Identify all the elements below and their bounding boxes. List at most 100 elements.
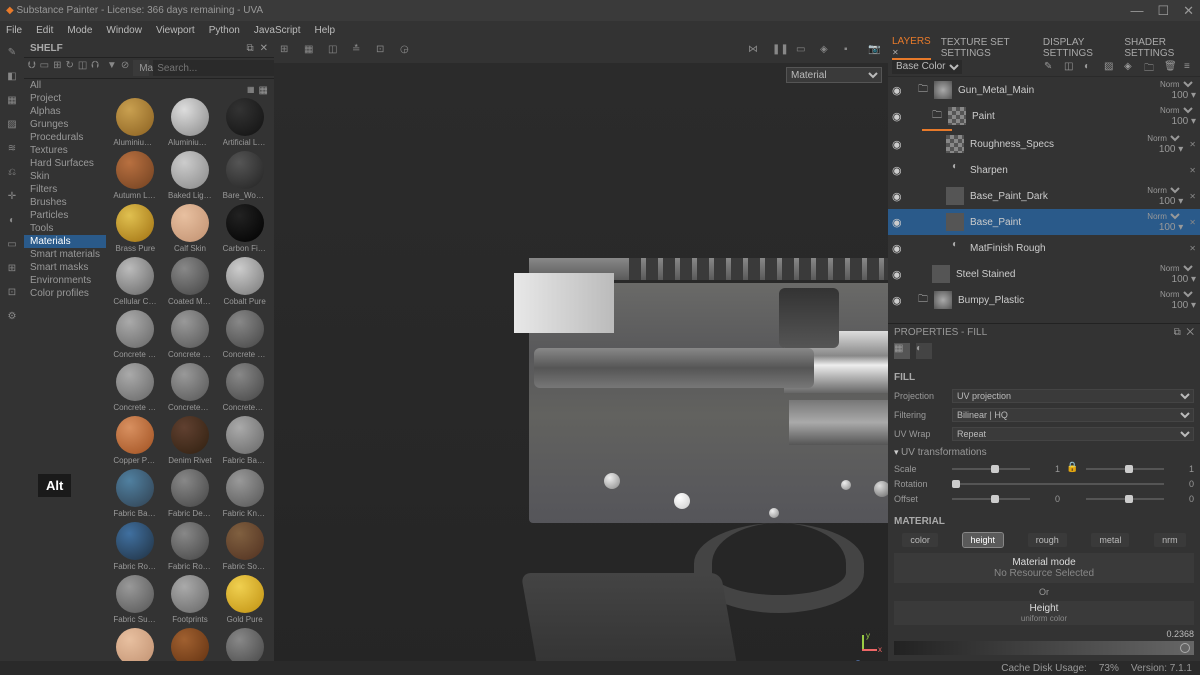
material-mode-button[interactable]: Material mode No Resource Selected <box>894 553 1194 583</box>
material-thumb[interactable]: Concrete_02 <box>219 363 270 412</box>
material-thumb[interactable]: Fabric Base… <box>110 469 161 518</box>
material-thumb[interactable]: Aluminium … <box>165 98 216 147</box>
maximize-icon[interactable]: ☐ <box>1157 3 1169 19</box>
material-thumb[interactable]: Fabric Soft… <box>219 522 270 571</box>
layer-row[interactable]: ◉Roughness_SpecsNorm100 ▾✕ <box>888 131 1200 157</box>
height-slider[interactable] <box>894 641 1194 655</box>
category-item[interactable]: Textures <box>24 144 106 157</box>
shelf-folder-icon[interactable]: ▭ <box>40 60 49 76</box>
layer-row[interactable]: ◉Base_Paint_DarkNorm100 ▾✕ <box>888 183 1200 209</box>
channel-select[interactable]: Base Color <box>892 60 962 74</box>
material-thumb[interactable]: Concrete D… <box>219 310 270 359</box>
scale-y-slider[interactable] <box>1086 463 1164 475</box>
menu-edit[interactable]: Edit <box>36 25 53 36</box>
shelf-filter-icon[interactable]: ▼ <box>107 60 117 76</box>
opacity-value[interactable]: 100 ▾ <box>1172 90 1196 101</box>
blend-mode-select[interactable]: Norm <box>1156 79 1196 90</box>
props-close-icon[interactable]: ✕ <box>1186 327 1194 338</box>
brush-tool-icon[interactable]: ✎ <box>5 45 19 59</box>
category-item[interactable]: Brushes <box>24 196 106 209</box>
menu-mode[interactable]: Mode <box>67 25 92 36</box>
blend-mode-select[interactable]: Norm <box>1156 105 1196 116</box>
menu-javascript[interactable]: JavaScript <box>254 25 301 36</box>
clone-tool-icon[interactable]: ⎌ <box>5 165 19 179</box>
material-thumb[interactable]: Concrete B… <box>110 310 161 359</box>
layer-mask-icon[interactable]: ◐ <box>1084 61 1096 73</box>
material-thumb[interactable]: Cellular Con… <box>110 257 161 306</box>
vp-pause-icon[interactable]: ❚❚ <box>772 44 786 58</box>
category-item[interactable]: Project <box>24 92 106 105</box>
category-item[interactable]: Materials <box>24 235 106 248</box>
category-item[interactable]: All <box>24 79 106 92</box>
material-thumb[interactable]: Aluminium … <box>110 98 161 147</box>
layer-remove-icon[interactable]: ✕ <box>1189 218 1196 227</box>
vp-split-icon[interactable]: ◫ <box>328 44 342 58</box>
offset-y-slider[interactable] <box>1086 493 1164 505</box>
menu-python[interactable]: Python <box>209 25 240 36</box>
vp-perspective-icon[interactable]: ⊞ <box>280 44 294 58</box>
channel-chip-nrm[interactable]: nrm <box>1154 533 1186 547</box>
vp-icon[interactable]: ⊡ <box>376 44 390 58</box>
layer-row[interactable]: ◉Base_PaintNorm100 ▾✕ <box>888 209 1200 235</box>
category-item[interactable]: Filters <box>24 183 106 196</box>
shelf-search-input[interactable] <box>153 60 293 76</box>
material-thumb[interactable]: Artificial Lea… <box>219 98 270 147</box>
visibility-icon[interactable]: ◉ <box>892 242 906 255</box>
vp-bake-icon[interactable]: ◶ <box>400 44 414 58</box>
shelf-view-icon[interactable]: ◫ <box>78 60 87 76</box>
uvwrap-select[interactable]: Repeat <box>952 427 1194 441</box>
vp-camera-icon[interactable]: ▪ <box>844 44 858 58</box>
layer-row[interactable]: ◉🗀Gun_Metal_MainNorm100 ▾ <box>888 77 1200 103</box>
blend-mode-select[interactable]: Norm <box>1143 133 1183 144</box>
visibility-icon[interactable]: ◉ <box>892 294 906 307</box>
smudge-tool-icon[interactable]: ≋ <box>5 141 19 155</box>
shelf-refresh-icon[interactable]: ↻ <box>65 60 73 76</box>
vp-screenshot-icon[interactable]: 📷 <box>868 44 882 58</box>
material-thumb[interactable]: Fabric Bam… <box>219 416 270 465</box>
props-fill-mode-icon[interactable]: ▦ <box>894 343 910 359</box>
channel-chip-color[interactable]: color <box>902 533 938 547</box>
channel-chip-metal[interactable]: metal <box>1091 533 1129 547</box>
layer-fill-icon[interactable]: ▨ <box>1104 61 1116 73</box>
blend-mode-select[interactable]: Norm <box>1143 185 1183 196</box>
blend-mode-select[interactable]: Norm <box>1156 289 1196 300</box>
shelf-export-icon[interactable]: ⮉ <box>91 60 99 76</box>
material-thumb[interactable]: Carbon Fiber <box>219 204 270 253</box>
visibility-icon[interactable]: ◉ <box>892 190 906 203</box>
visibility-icon[interactable]: ◉ <box>892 164 906 177</box>
material-thumb[interactable]: Copper Pure <box>110 416 161 465</box>
material-thumb[interactable]: Concrete Si… <box>110 363 161 412</box>
category-item[interactable]: Environments <box>24 274 106 287</box>
grid-small-icon[interactable]: ▦ <box>247 85 255 96</box>
visibility-icon[interactable]: ◉ <box>892 138 906 151</box>
material-thumb[interactable]: Fabric Rough <box>110 522 161 571</box>
material-thumb[interactable]: Fabric Suit … <box>110 575 161 624</box>
scale-x-slider[interactable] <box>952 463 1030 475</box>
material-thumb[interactable]: Fabric Knitt… <box>219 469 270 518</box>
vp-symmetry-icon[interactable]: ⋈ <box>748 44 762 58</box>
category-item[interactable]: Color profiles <box>24 287 106 300</box>
tab-display-settings[interactable]: DISPLAY SETTINGS <box>1043 37 1114 59</box>
viewport-material-select[interactable]: Material <box>786 67 882 83</box>
opacity-value[interactable]: 100 ▾ <box>1159 222 1183 233</box>
viewport-canvas[interactable]: y x z <box>274 83 888 675</box>
category-item[interactable]: Grunges <box>24 118 106 131</box>
layer-row[interactable]: ◉Steel StainedNorm100 ▾ <box>888 261 1200 287</box>
material-thumb[interactable]: Fabric Rou… <box>165 522 216 571</box>
channel-chip-rough[interactable]: rough <box>1028 533 1067 547</box>
shelf-pop-icon[interactable]: ⧉ <box>246 43 253 54</box>
material-thumb[interactable]: Baked Light… <box>165 151 216 200</box>
opacity-value[interactable]: 100 ▾ <box>1172 274 1196 285</box>
layer-row[interactable]: ◉◐Sharpen✕ <box>888 157 1200 183</box>
rotation-slider[interactable] <box>952 478 1164 490</box>
blend-mode-select[interactable]: Norm <box>1156 263 1196 274</box>
vp-icon[interactable]: ≛ <box>352 44 366 58</box>
vp-grid-icon[interactable]: ▦ <box>304 44 318 58</box>
channel-chip-height[interactable]: height <box>963 533 1004 547</box>
material-thumb[interactable]: Calf Skin <box>165 204 216 253</box>
shelf-pin-icon[interactable]: ⊘ <box>121 60 129 76</box>
projection-select[interactable]: UV projection <box>952 389 1194 403</box>
tab-shader-settings[interactable]: SHADER SETTINGS <box>1124 37 1196 59</box>
visibility-icon[interactable]: ◉ <box>892 84 906 97</box>
layer-add-icon[interactable]: ◈ <box>1124 61 1136 73</box>
